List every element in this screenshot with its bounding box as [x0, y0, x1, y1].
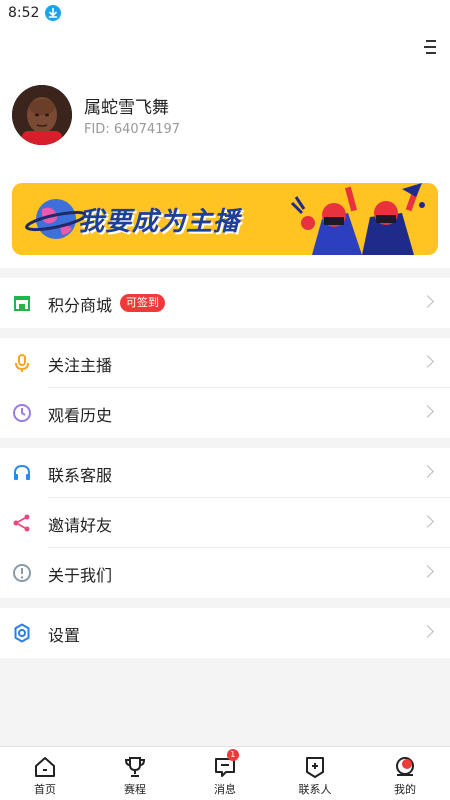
row-watch-history[interactable]: 观看历史 — [0, 388, 450, 438]
chevron-right-icon — [421, 565, 434, 578]
menu-lines-icon[interactable] — [422, 40, 436, 54]
gear-icon — [12, 623, 32, 643]
tab-label: 首页 — [34, 783, 56, 796]
row-label: 设置 — [48, 626, 81, 645]
become-streamer-banner[interactable]: 我要成为主播 — [12, 183, 438, 255]
section-support: 联系客服 邀请好友 关于我们 — [0, 448, 450, 598]
banner-title: 我要成为主播 — [78, 207, 241, 237]
chevron-right-icon — [421, 355, 434, 368]
username: 属蛇雪飞舞 — [84, 98, 169, 118]
store-icon — [12, 293, 32, 313]
message-count-badge: 1 — [226, 749, 239, 761]
headset-icon — [12, 463, 32, 483]
tab-me[interactable]: 我的 — [360, 747, 450, 800]
row-about-us[interactable]: 关于我们 — [0, 548, 450, 598]
row-label: 邀请好友 — [48, 516, 113, 535]
tab-home[interactable]: 首页 — [0, 747, 90, 800]
row-followed-streamers[interactable]: 关注主播 — [0, 338, 450, 388]
chevron-right-icon — [421, 625, 434, 638]
section-settings: 设置 — [0, 608, 450, 658]
row-label: 联系客服 — [48, 466, 113, 485]
chevron-right-icon — [421, 465, 434, 478]
tab-label: 联系人 — [298, 783, 332, 796]
row-points-mall[interactable]: 积分商城 可签到 — [0, 278, 450, 328]
row-label: 关于我们 — [48, 566, 113, 585]
row-label: 关注主播 — [48, 356, 113, 375]
tab-label: 我的 — [394, 783, 416, 796]
row-label: 积分商城 — [48, 296, 113, 315]
microphone-icon — [12, 353, 32, 373]
clock-icon — [12, 403, 32, 423]
section-follow: 关注主播 观看历史 — [0, 338, 450, 438]
avatar[interactable] — [12, 85, 72, 145]
info-exclamation-icon — [12, 563, 32, 583]
chevron-right-icon — [421, 405, 434, 418]
tab-label: 赛程 — [124, 783, 146, 796]
tab-schedule[interactable]: 赛程 — [90, 747, 180, 800]
trophy-icon — [123, 755, 147, 779]
profile-icon — [393, 755, 417, 779]
section-points: 积分商城 可签到 — [0, 278, 450, 328]
tab-label: 消息 — [214, 783, 236, 796]
row-customer-service[interactable]: 联系客服 — [0, 448, 450, 498]
chevron-right-icon — [421, 515, 434, 528]
row-invite-friends[interactable]: 邀请好友 — [0, 498, 450, 548]
download-arrow-icon — [45, 5, 62, 21]
status-bar: 8:52 — [0, 0, 450, 26]
share-icon — [12, 513, 32, 533]
chevron-right-icon — [421, 295, 434, 308]
sign-in-badge: 可签到 — [120, 294, 165, 312]
contacts-icon — [303, 755, 327, 779]
home-icon — [33, 755, 57, 779]
row-label: 观看历史 — [48, 406, 113, 425]
streamer-characters-illustration — [290, 183, 425, 255]
profile-header: 属蛇雪飞舞 FID: 64074197 我要成为主播 — [0, 26, 450, 268]
fid-text: FID: 64074197 — [84, 122, 181, 137]
tab-messages[interactable]: 1 消息 — [180, 747, 270, 800]
status-time: 8:52 — [8, 5, 40, 21]
bottom-tab-bar: 首页 赛程 1 消息 联系人 我的 — [0, 746, 450, 800]
tab-contacts[interactable]: 联系人 — [270, 747, 360, 800]
row-settings[interactable]: 设置 — [0, 608, 450, 658]
